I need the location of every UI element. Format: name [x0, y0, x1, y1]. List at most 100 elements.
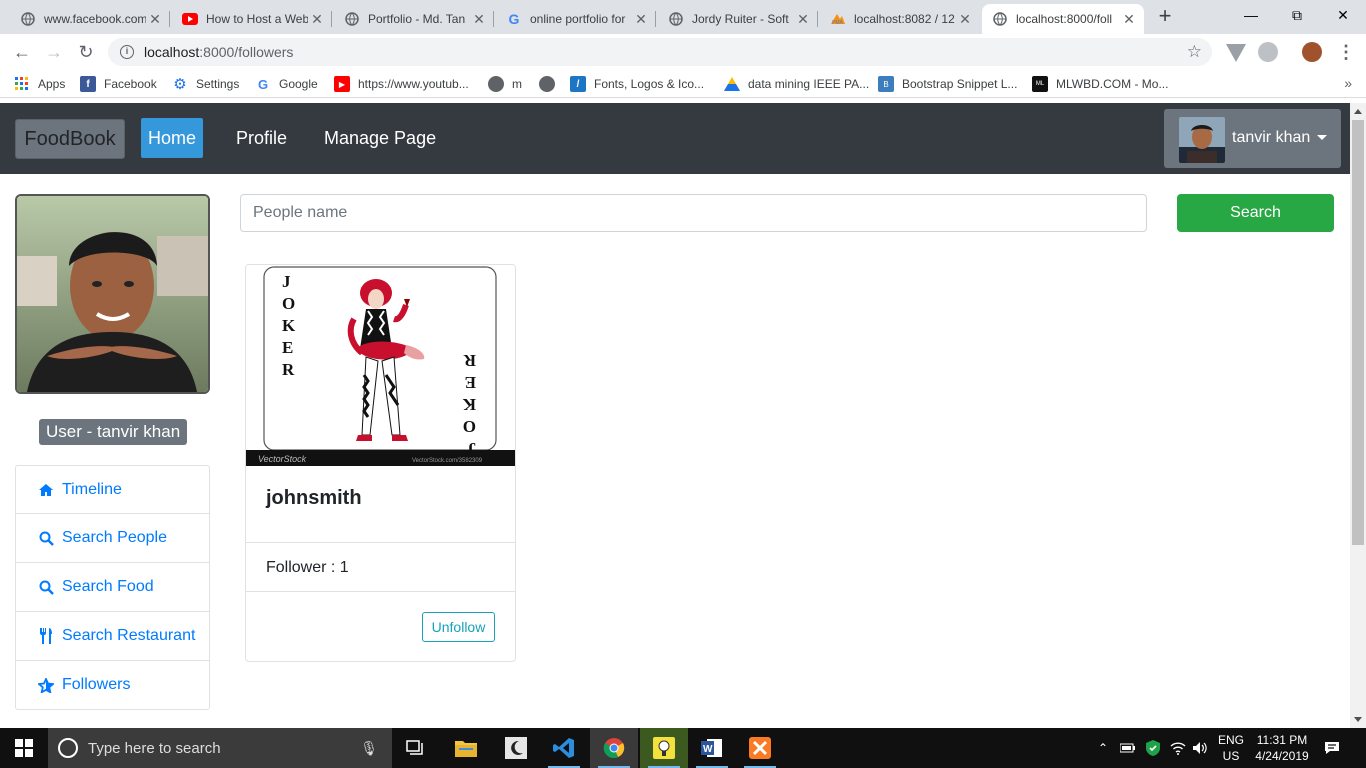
svg-text:R: R: [282, 360, 295, 379]
user-dropdown[interactable]: tanvir khan: [1164, 109, 1341, 168]
profile-avatar-icon[interactable]: [1302, 42, 1322, 62]
notifications-icon[interactable]: [1324, 728, 1340, 768]
menu-kebab-icon[interactable]: ⋮: [1334, 40, 1358, 64]
browser-tab-portfolio[interactable]: Portfolio - Md. Tan ✕: [334, 4, 494, 34]
sidebar-item-search-food[interactable]: Search Food: [15, 563, 210, 612]
bookmark-mlwbd[interactable]: ML MLWBD.COM - Mo...: [1032, 75, 1168, 93]
new-tab-button[interactable]: +: [1152, 4, 1178, 30]
svg-text:VectorStock: VectorStock: [258, 454, 307, 464]
bookmark-settings[interactable]: ⚙ Settings: [172, 75, 239, 93]
sidebar-item-followers[interactable]: Followers: [15, 661, 210, 710]
night-app-icon[interactable]: [492, 728, 540, 768]
scroll-up-arrow-icon[interactable]: [1354, 109, 1362, 114]
brand-button[interactable]: FoodBook: [15, 119, 125, 159]
bookmark-facebook[interactable]: f Facebook: [80, 75, 157, 93]
user-name: tanvir khan: [1232, 129, 1311, 146]
back-arrow-icon[interactable]: ←: [10, 40, 34, 64]
extension-vpn-icon[interactable]: [1226, 44, 1246, 62]
bookmark-youtube[interactable]: ▶ https://www.youtub...: [334, 75, 469, 93]
browser-tab-youtube[interactable]: How to Host a Web ✕: [172, 4, 332, 34]
language-indicator[interactable]: ENG US: [1216, 732, 1246, 764]
security-shield-icon[interactable]: [1146, 728, 1160, 768]
close-tab-icon[interactable]: ✕: [794, 11, 812, 28]
bookmark-data-mining[interactable]: data mining IEEE PA...: [724, 75, 869, 93]
follower-count: Follower : 1: [266, 559, 349, 576]
sidebar-item-timeline[interactable]: Timeline: [15, 465, 210, 514]
reload-icon[interactable]: ↻: [74, 40, 98, 64]
svg-text:W: W: [703, 744, 713, 755]
search-icon: [38, 530, 54, 546]
sidebar-item-search-people[interactable]: Search People: [15, 514, 210, 563]
globe-icon: [668, 11, 684, 27]
svg-text:K: K: [282, 316, 296, 335]
follower-name: johnsmith: [266, 487, 362, 509]
close-tab-icon[interactable]: ✕: [632, 11, 650, 28]
bookmark-globe[interactable]: [539, 75, 563, 93]
wifi-icon[interactable]: [1170, 728, 1186, 768]
mlwbd-icon: ML: [1032, 76, 1048, 92]
page-scrollbar[interactable]: [1350, 103, 1366, 728]
nav-profile[interactable]: Profile: [236, 118, 287, 158]
bookmark-google[interactable]: G Google: [255, 75, 318, 93]
volume-icon[interactable]: [1192, 728, 1208, 768]
forward-arrow-icon[interactable]: →: [42, 40, 66, 64]
close-tab-icon[interactable]: ✕: [146, 11, 164, 28]
address-bar[interactable]: i localhost:8000/followers ☆: [108, 38, 1212, 66]
people-search-input[interactable]: [240, 194, 1147, 232]
gear-icon: ⚙: [173, 76, 187, 93]
microphone-icon[interactable]: 🎙: [360, 740, 378, 757]
card-image: J O K E R J O K E R VectorStock VectorSt…: [246, 265, 515, 466]
close-tab-icon[interactable]: ✕: [956, 11, 974, 28]
scroll-down-arrow-icon[interactable]: [1354, 717, 1362, 722]
svg-text:VectorStock.com/3582309: VectorStock.com/3582309: [412, 458, 483, 464]
nav-home[interactable]: Home: [141, 118, 203, 158]
vscode-icon[interactable]: [540, 728, 588, 768]
bookmark-m[interactable]: m: [488, 75, 522, 93]
battery-icon[interactable]: [1120, 728, 1136, 768]
sidebar-item-search-restaurant[interactable]: Search Restaurant: [15, 612, 210, 661]
close-tab-icon[interactable]: ✕: [470, 11, 488, 28]
close-tab-icon[interactable]: ✕: [308, 11, 326, 28]
bookmark-bootstrap[interactable]: B Bootstrap Snippet L...: [878, 75, 1017, 93]
windows-start-button[interactable]: [0, 728, 48, 768]
word-icon[interactable]: W: [688, 728, 736, 768]
file-explorer-icon[interactable]: [442, 728, 490, 768]
svg-text:O: O: [463, 417, 476, 436]
globe-icon: [539, 76, 555, 92]
tab-title: localhost:8000/foll: [1016, 12, 1113, 26]
bookmark-fonts-logos[interactable]: / Fonts, Logos & Ico...: [570, 75, 704, 93]
info-icon[interactable]: i: [120, 45, 134, 59]
taskbar-clock[interactable]: 11:31 PM 4/24/2019: [1250, 732, 1314, 764]
bookmark-star-icon[interactable]: ☆: [1187, 42, 1202, 62]
browser-tab-followers[interactable]: localhost:8000/foll ✕: [982, 4, 1144, 34]
task-view-icon[interactable]: [392, 728, 440, 768]
close-window-icon[interactable]: ✕: [1320, 0, 1366, 30]
browser-tab-google[interactable]: G online portfolio for ✕: [496, 4, 656, 34]
follower-card: J O K E R J O K E R VectorStock VectorSt…: [245, 264, 516, 662]
scrollbar-thumb[interactable]: [1352, 120, 1364, 545]
bookmarks-overflow-icon[interactable]: »: [1344, 75, 1352, 91]
browser-tab-jordy[interactable]: Jordy Ruiter - Soft ✕: [658, 4, 818, 34]
show-hidden-icons-chevron-icon[interactable]: ⌃: [1098, 728, 1108, 768]
drive-icon: [724, 76, 740, 92]
minimize-window-icon[interactable]: —: [1228, 0, 1274, 30]
nav-manage-page[interactable]: Manage Page: [324, 118, 436, 158]
xampp-icon[interactable]: [736, 728, 784, 768]
avatar: [1179, 117, 1225, 163]
search-button[interactable]: Search: [1177, 194, 1334, 232]
restore-window-icon[interactable]: ⧉: [1274, 0, 1320, 30]
extension-globe-icon[interactable]: [1258, 42, 1278, 62]
browser-toolbar: ← → ↻ i localhost:8000/followers ☆ ⋮: [0, 34, 1366, 70]
svg-text:K: K: [462, 395, 476, 414]
browser-tab-facebook[interactable]: www.facebook.com ✕: [10, 4, 170, 34]
cortana-icon: [58, 738, 78, 758]
light-app-icon[interactable]: [640, 728, 688, 768]
browser-tab-phpmyadmin[interactable]: PMA localhost:8082 / 12 ✕: [820, 4, 980, 34]
close-tab-icon[interactable]: ✕: [1120, 11, 1138, 28]
unfollow-button[interactable]: Unfollow: [422, 612, 495, 642]
sidebar-menu: Timeline Search People Search Food Searc…: [15, 465, 210, 710]
bookmark-apps[interactable]: Apps: [14, 75, 65, 93]
taskbar-search-box[interactable]: Type here to search 🎙: [48, 728, 392, 768]
apps-grid-icon: [14, 76, 30, 92]
chrome-icon[interactable]: [590, 728, 638, 768]
